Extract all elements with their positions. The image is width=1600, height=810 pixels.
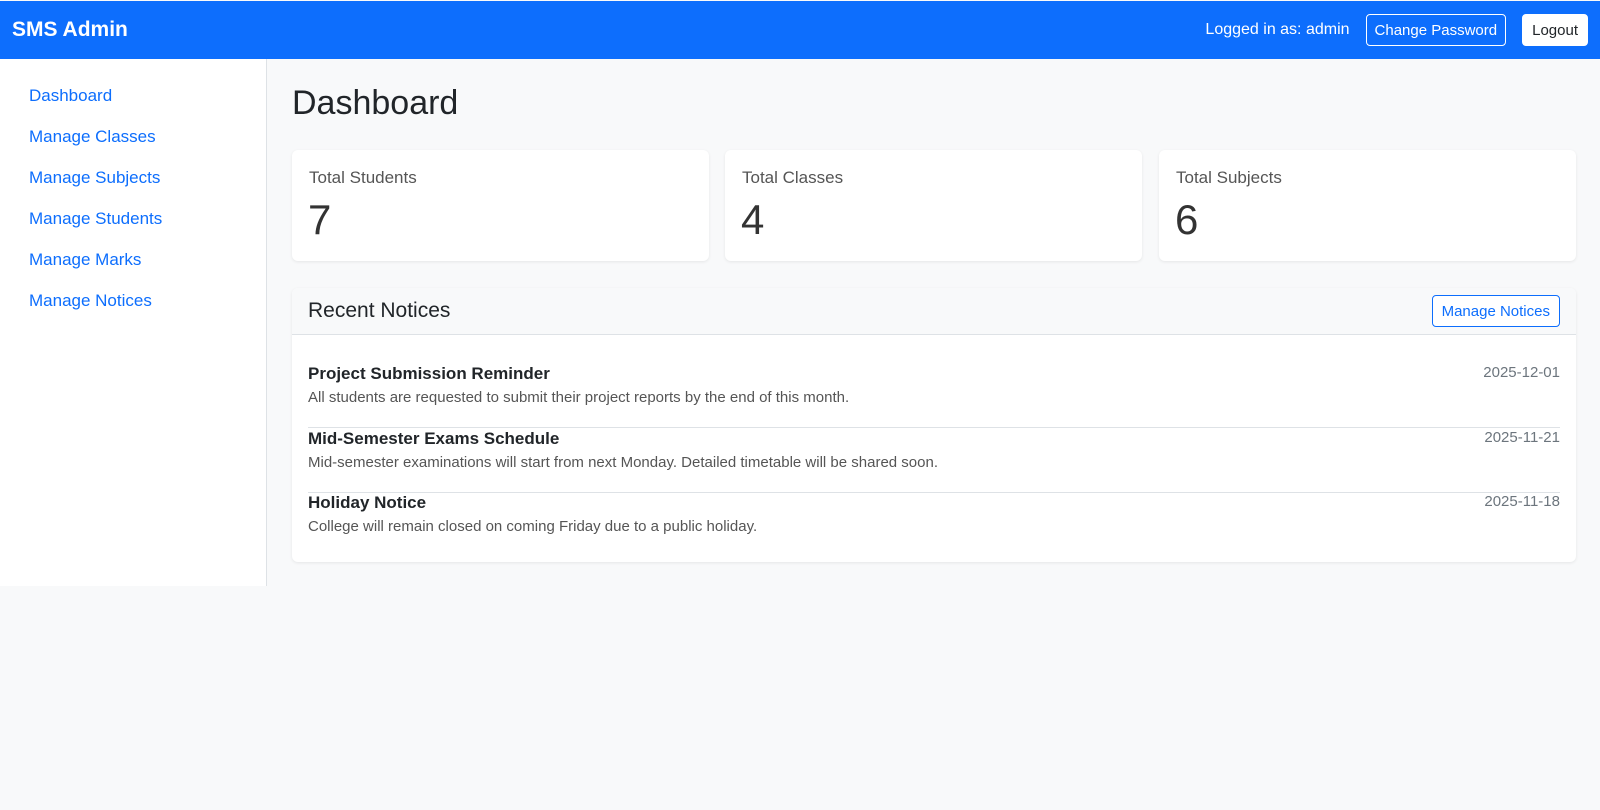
stat-label: Total Classes bbox=[742, 168, 844, 187]
notice-title: Project Submission Reminder bbox=[308, 364, 550, 383]
sidebar-item-dashboard[interactable]: Dashboard bbox=[29, 86, 112, 106]
top-navbar: SMS Admin Logged in as: admin Change Pas… bbox=[0, 1, 1600, 59]
change-password-button[interactable]: Change Password bbox=[1365, 14, 1507, 46]
notice-item: Mid-Semester Exams Schedule Mid-semester… bbox=[308, 429, 1560, 493]
sidebar-item-manage-subjects[interactable]: Manage Subjects bbox=[29, 168, 160, 188]
notice-body: College will remain closed on coming Fri… bbox=[308, 518, 758, 535]
sidebar: Dashboard Manage Classes Manage Subjects… bbox=[0, 59, 267, 586]
stat-label: Total Students bbox=[309, 168, 417, 187]
manage-notices-button[interactable]: Manage Notices bbox=[1431, 295, 1560, 327]
logout-button[interactable]: Logout bbox=[1522, 14, 1588, 46]
brand-logo[interactable]: SMS Admin bbox=[12, 18, 128, 42]
stat-value: 6 bbox=[1175, 196, 1199, 243]
notice-date: 2025-11-18 bbox=[1484, 493, 1560, 510]
stat-card-classes: Total Classes 4 bbox=[725, 150, 1142, 261]
stat-value: 4 bbox=[741, 196, 765, 243]
sidebar-item-manage-classes[interactable]: Manage Classes bbox=[29, 127, 156, 147]
notices-card-header: Recent Notices Manage Notices bbox=[292, 288, 1576, 335]
navbar-actions: Logged in as: admin Change Password Logo… bbox=[1205, 14, 1588, 46]
notice-date: 2025-11-21 bbox=[1484, 429, 1560, 446]
notice-item: Project Submission Reminder All students… bbox=[308, 364, 1560, 428]
notice-body: All students are requested to submit the… bbox=[308, 389, 850, 406]
notice-date: 2025-12-01 bbox=[1483, 364, 1560, 381]
stat-label: Total Subjects bbox=[1176, 168, 1282, 187]
sidebar-item-manage-marks[interactable]: Manage Marks bbox=[29, 250, 141, 270]
recent-notices-card: Recent Notices Manage Notices Project Su… bbox=[292, 288, 1576, 562]
notice-title: Mid-Semester Exams Schedule bbox=[308, 429, 560, 448]
notices-card-title: Recent Notices bbox=[308, 299, 451, 322]
notice-body: Mid-semester examinations will start fro… bbox=[308, 454, 938, 471]
stat-card-students: Total Students 7 bbox=[292, 150, 709, 261]
notice-title: Holiday Notice bbox=[308, 493, 427, 512]
stat-value: 7 bbox=[308, 196, 332, 243]
stat-card-subjects: Total Subjects 6 bbox=[1159, 150, 1576, 261]
logged-in-user-text: Logged in as: admin bbox=[1205, 21, 1350, 38]
page-title: Dashboard bbox=[292, 84, 459, 122]
notice-item: Holiday Notice College will remain close… bbox=[308, 493, 1560, 557]
sidebar-item-manage-students[interactable]: Manage Students bbox=[29, 209, 162, 229]
sidebar-item-manage-notices[interactable]: Manage Notices bbox=[29, 291, 152, 311]
